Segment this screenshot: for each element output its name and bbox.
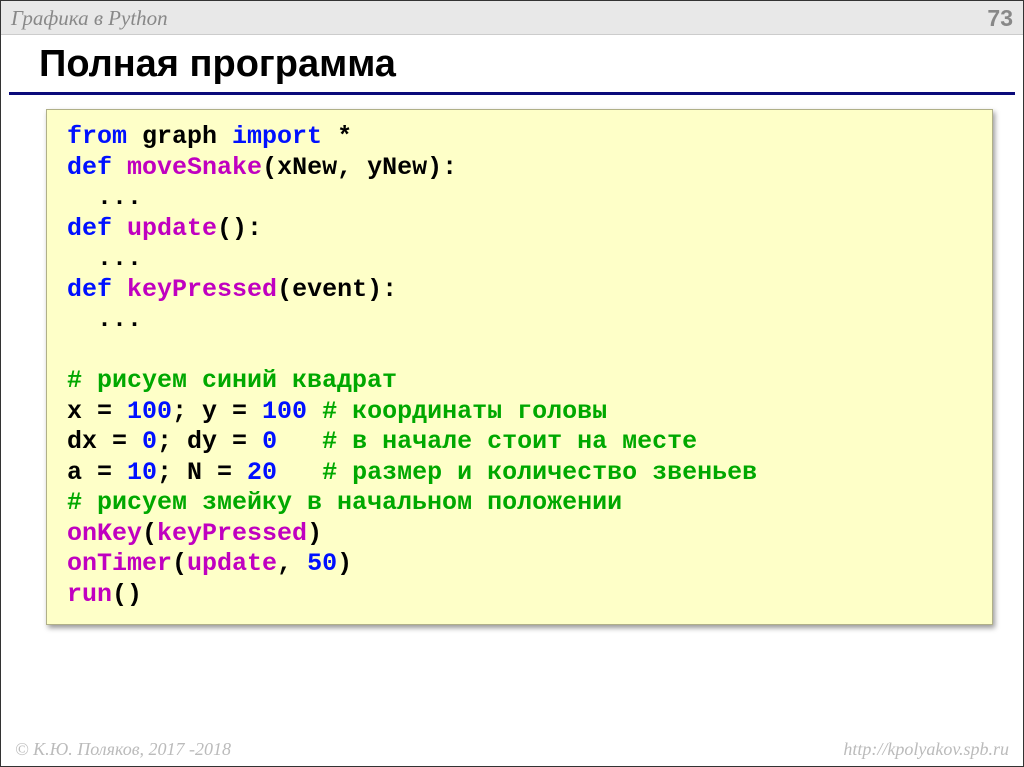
fn-call: onTimer bbox=[67, 549, 172, 578]
code-text: ; dy = bbox=[157, 427, 262, 456]
kw-import: import bbox=[232, 122, 322, 151]
code-text bbox=[112, 153, 127, 182]
code-text bbox=[277, 458, 322, 487]
fn-name: update bbox=[127, 214, 217, 243]
code-text: () bbox=[112, 580, 142, 609]
code-text bbox=[307, 397, 322, 426]
comment: # размер и количество звеньев bbox=[322, 458, 757, 487]
comment: # в начале стоит на месте bbox=[322, 427, 697, 456]
code-text: ; y = bbox=[172, 397, 262, 426]
code-text bbox=[112, 275, 127, 304]
code-text: (xNew, yNew): bbox=[262, 153, 457, 182]
code-text: dx = bbox=[67, 427, 142, 456]
page-number: 73 bbox=[987, 5, 1013, 32]
number: 20 bbox=[247, 458, 277, 487]
kw-def: def bbox=[67, 275, 112, 304]
comment: # рисуем змейку в начальном положении bbox=[67, 488, 622, 517]
kw-from: from bbox=[67, 122, 127, 151]
code-text: x = bbox=[67, 397, 127, 426]
kw-def: def bbox=[67, 214, 112, 243]
fn-call: run bbox=[67, 580, 112, 609]
code-text: ... bbox=[67, 305, 142, 334]
footer: © К.Ю. Поляков, 2017 -2018 http://kpolya… bbox=[1, 739, 1023, 760]
comment: # рисуем синий квадрат bbox=[67, 366, 397, 395]
fn-name: moveSnake bbox=[127, 153, 262, 182]
code-text: ... bbox=[67, 183, 142, 212]
number: 0 bbox=[142, 427, 157, 456]
code-text bbox=[277, 427, 322, 456]
number: 100 bbox=[262, 397, 307, 426]
code-text: ; N = bbox=[157, 458, 247, 487]
footer-copyright: © К.Ю. Поляков, 2017 -2018 bbox=[15, 739, 231, 760]
code-text: * bbox=[322, 122, 352, 151]
comment: # координаты головы bbox=[322, 397, 607, 426]
code-text: a = bbox=[67, 458, 127, 487]
fn-arg: update bbox=[187, 549, 277, 578]
code-text: (): bbox=[217, 214, 262, 243]
footer-url: http://kpolyakov.spb.ru bbox=[843, 739, 1009, 760]
number: 0 bbox=[262, 427, 277, 456]
fn-arg: keyPressed bbox=[157, 519, 307, 548]
code-text: (event): bbox=[277, 275, 397, 304]
code-text: graph bbox=[127, 122, 232, 151]
code-text: ( bbox=[142, 519, 157, 548]
code-block: from graph import * def moveSnake(xNew, … bbox=[46, 109, 993, 625]
fn-call: onKey bbox=[67, 519, 142, 548]
kw-def: def bbox=[67, 153, 112, 182]
code-text: , bbox=[277, 549, 307, 578]
header-bar: Графика в Python 73 bbox=[1, 1, 1023, 35]
number: 10 bbox=[127, 458, 157, 487]
fn-name: keyPressed bbox=[127, 275, 277, 304]
number: 100 bbox=[127, 397, 172, 426]
code-text: ) bbox=[337, 549, 352, 578]
code-text bbox=[112, 214, 127, 243]
code-text: ) bbox=[307, 519, 322, 548]
number: 50 bbox=[307, 549, 337, 578]
header-title: Графика в Python bbox=[11, 6, 168, 31]
code-text: ( bbox=[172, 549, 187, 578]
code-text: ... bbox=[67, 244, 142, 273]
slide-title: Полная программа bbox=[9, 35, 1015, 95]
